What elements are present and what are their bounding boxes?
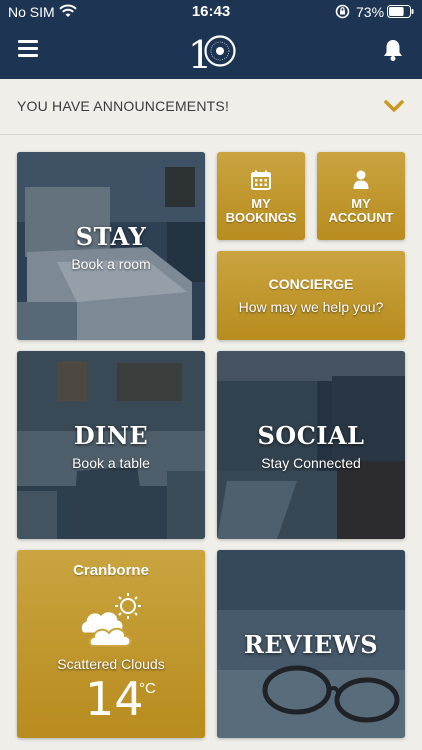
my-bookings-label-1: MY — [251, 196, 271, 211]
weather-location: Cranborne — [73, 562, 149, 579]
my-account-tile[interactable]: MY ACCOUNT — [317, 152, 405, 240]
my-bookings-tile[interactable]: MY BOOKINGS — [217, 152, 305, 240]
stay-subtitle: Book a room — [71, 256, 151, 272]
stay-title: STAY — [75, 222, 147, 251]
stay-tile[interactable]: STAY Book a room — [17, 152, 205, 340]
user-icon — [353, 170, 369, 189]
status-bar: No SIM 16:43 73% — [0, 0, 422, 24]
scattered-clouds-icon — [81, 593, 141, 647]
concierge-subtitle: How may we help you? — [238, 299, 384, 315]
logo-numeral-one: 1 — [188, 33, 212, 72]
dine-title: DINE — [73, 421, 149, 450]
weather-condition: Scattered Clouds — [57, 656, 165, 672]
my-bookings-label-2: BOOKINGS — [225, 210, 297, 225]
social-subtitle: Stay Connected — [261, 455, 361, 471]
announcements-bar[interactable]: YOU HAVE ANNOUNCEMENTS! — [0, 79, 422, 135]
reviews-title: REVIEWS — [243, 630, 379, 659]
dine-subtitle: Book a table — [72, 455, 150, 471]
concierge-tile[interactable]: CONCIERGE How may we help you? — [217, 251, 405, 340]
weather-unit: °C — [139, 680, 156, 697]
my-account-label-2: ACCOUNT — [328, 210, 394, 225]
app-header: No SIM 16:43 73% 1 — [0, 0, 422, 79]
hamburger-icon[interactable] — [18, 40, 38, 58]
reviews-tile[interactable]: REVIEWS — [217, 550, 405, 738]
hotel-logo: 1 — [188, 33, 236, 72]
chevron-down-icon[interactable] — [384, 100, 404, 113]
social-title: SOCIAL — [257, 421, 365, 450]
battery-icon — [387, 5, 414, 18]
announcements-label: YOU HAVE ANNOUNCEMENTS! — [17, 98, 230, 114]
weather-temperature: 14 — [85, 672, 144, 726]
calendar-icon — [251, 170, 271, 190]
weather-tile[interactable]: Cranborne Scattered Clouds 14 °C — [17, 550, 205, 738]
bell-icon[interactable] — [382, 38, 404, 62]
dine-tile[interactable]: DINE Book a table — [17, 351, 205, 539]
rotation-lock-icon — [335, 4, 350, 19]
concierge-title: CONCIERGE — [268, 276, 354, 292]
my-account-label-1: MY — [351, 196, 371, 211]
social-tile[interactable]: SOCIAL Stay Connected — [217, 351, 405, 539]
battery-percent: 73% — [356, 4, 385, 20]
